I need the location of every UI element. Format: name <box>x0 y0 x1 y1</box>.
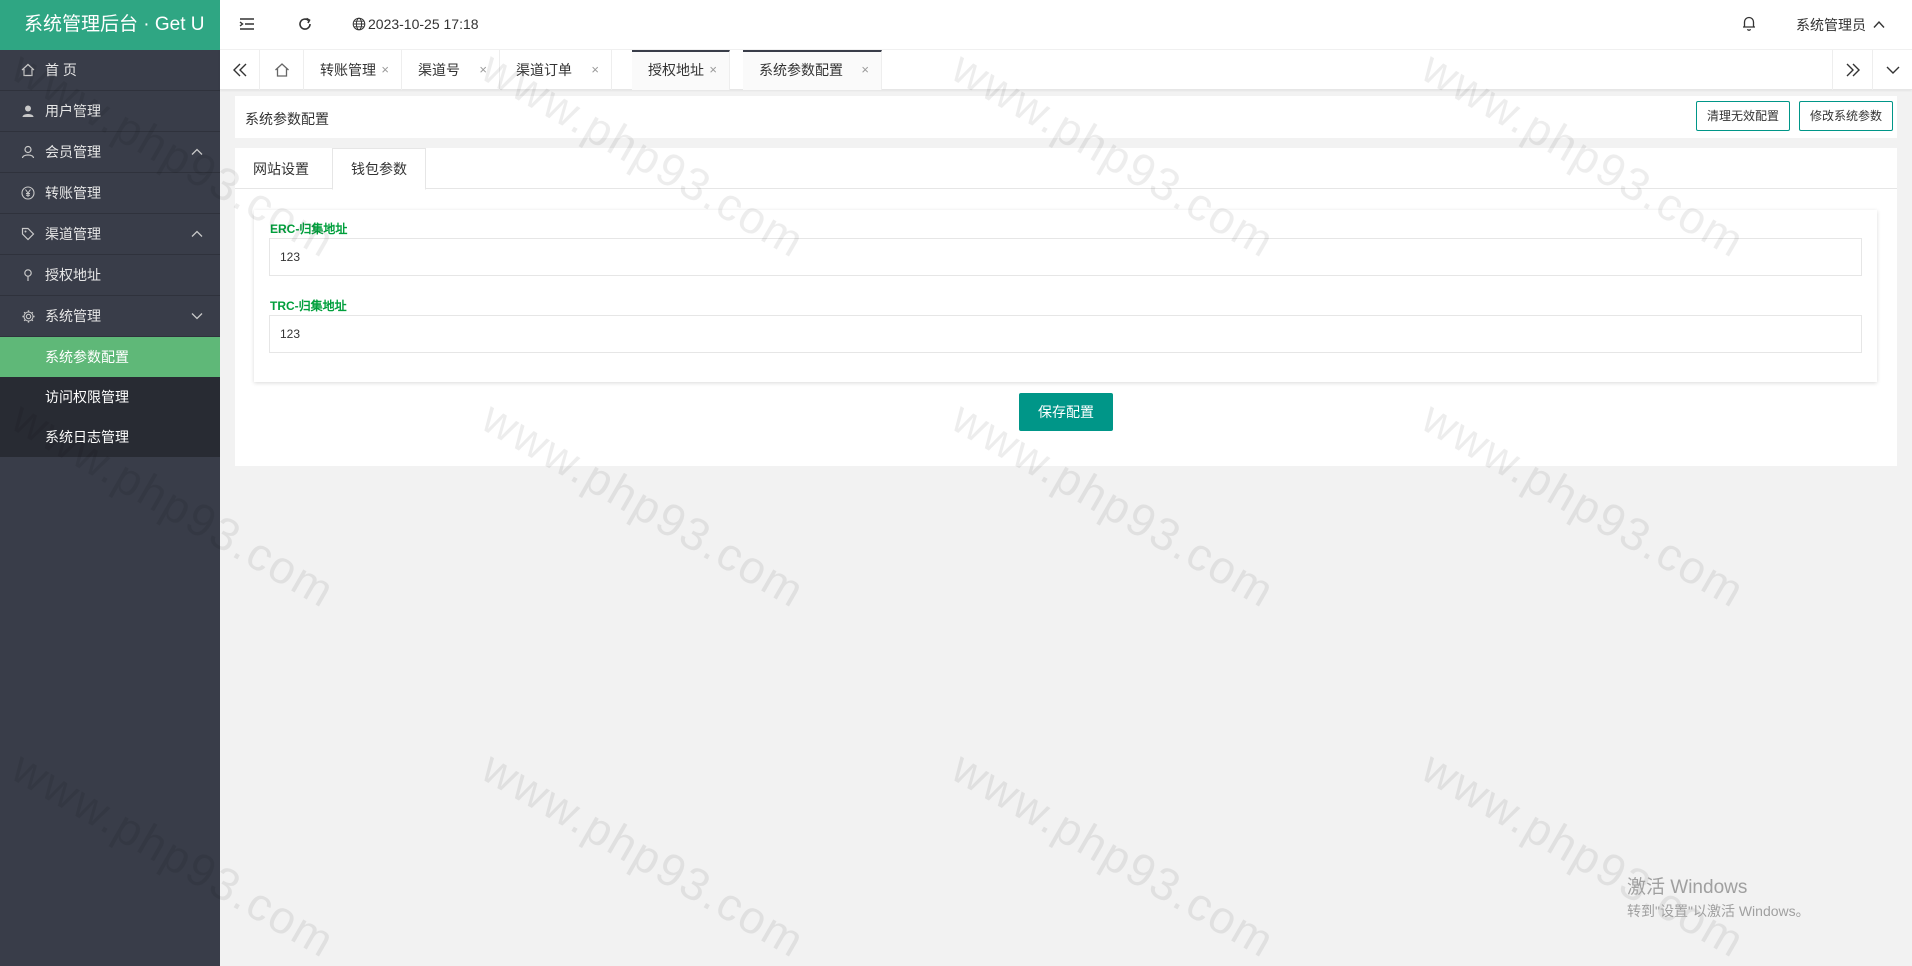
chevron-up-icon <box>190 145 204 159</box>
page-title: 系统参数配置 <box>245 111 329 127</box>
sidebar-item-system[interactable]: 系统管理 <box>0 296 220 337</box>
tab-channel-orders[interactable]: 渠道订单 × <box>500 50 612 90</box>
sidebar-item-transfer[interactable]: 转账管理 <box>0 173 220 214</box>
app-logo-title: 系统管理后台 · Get U <box>0 0 220 50</box>
config-tabs: 网站设置 钱包参数 <box>235 148 1897 190</box>
page-header: 系统参数配置 清理无效配置 修改系统参数 <box>235 96 1897 138</box>
watermark-text: www.php93.com <box>1413 740 1755 966</box>
sidebar-item-label: 授权地址 <box>45 267 101 283</box>
clear-invalid-config-button[interactable]: 清理无效配置 <box>1696 101 1791 131</box>
tabs-menu-chevron-down-icon[interactable] <box>1872 50 1912 90</box>
tabs-scroll-right-icon[interactable] <box>1832 50 1872 90</box>
erc-address-label: ERC-归集地址 <box>270 222 348 236</box>
sidebar-item-auth-address[interactable]: 授权地址 <box>0 255 220 296</box>
sidebar-item-label: 系统管理 <box>45 308 101 324</box>
globe-icon <box>352 17 366 31</box>
user-name: 系统管理员 <box>1796 17 1866 33</box>
tab-label: 渠道号 <box>418 62 460 78</box>
activation-subtitle: 转到"设置"以激活 Windows。 <box>1627 903 1810 919</box>
bell-icon[interactable] <box>1740 14 1760 34</box>
trc-address-input[interactable] <box>269 315 1862 353</box>
tab-close-icon[interactable]: × <box>861 52 869 88</box>
sidebar-subitem-system-params[interactable]: 系统参数配置 <box>0 337 220 377</box>
system-submenu: 系统参数配置 访问权限管理 系统日志管理 <box>0 337 220 457</box>
user-menu[interactable]: 系统管理员 <box>1796 15 1886 35</box>
sidebar-subitem-access-control[interactable]: 访问权限管理 <box>0 377 220 417</box>
tab-system-params[interactable]: 系统参数配置 × <box>743 50 882 90</box>
sidebar-subitem-system-logs[interactable]: 系统日志管理 <box>0 417 220 457</box>
tabs-scroll-left-icon[interactable] <box>220 50 260 90</box>
sidebar-item-label: 首 页 <box>45 62 77 78</box>
trc-address-label: TRC-归集地址 <box>270 299 347 313</box>
sidebar-item-label: 用户管理 <box>45 103 101 119</box>
tag-icon <box>20 226 36 242</box>
refresh-icon[interactable] <box>294 13 316 35</box>
page-tabs-bar: 转账管理 × 渠道号 × 渠道订单 × 授权地址 × 系统参数配置 × <box>220 50 1912 90</box>
home-icon <box>20 62 36 78</box>
chevron-up-icon <box>190 227 204 241</box>
yen-icon <box>20 185 36 201</box>
tab-label: 系统参数配置 <box>759 62 843 78</box>
activation-title: 激活 Windows <box>1627 877 1748 898</box>
sidebar: 系统管理后台 · Get U 首 页 用户管理 会员管理 转账管理 渠道管理 授… <box>0 0 220 966</box>
tab-channel-no[interactable]: 渠道号 × <box>402 50 500 90</box>
location-pin-icon <box>20 267 36 283</box>
watermark-text: www.php93.com <box>943 740 1285 966</box>
tab-close-icon[interactable]: × <box>381 50 389 90</box>
datetime-display: 2023-10-25 17:18 <box>352 16 479 32</box>
tab-label: 转账管理 <box>320 62 376 78</box>
chevron-up-icon <box>1873 20 1885 28</box>
sidebar-item-home[interactable]: 首 页 <box>0 50 220 91</box>
member-icon <box>20 144 36 160</box>
sidebar-item-label: 会员管理 <box>45 144 101 160</box>
datetime-text: 2023-10-25 17:18 <box>368 16 479 32</box>
sidebar-item-users[interactable]: 用户管理 <box>0 91 220 132</box>
sidebar-item-members[interactable]: 会员管理 <box>0 132 220 173</box>
user-icon <box>20 103 36 119</box>
chevron-down-icon <box>190 309 204 323</box>
config-card: 网站设置 钱包参数 ERC-归集地址 TRC-归集地址 保存配置 <box>235 148 1897 466</box>
tab-transfer[interactable]: 转账管理 × <box>304 50 402 90</box>
save-config-button[interactable]: 保存配置 <box>1019 393 1113 431</box>
tab-wallet-params[interactable]: 钱包参数 <box>332 148 426 190</box>
gear-icon <box>20 308 36 324</box>
top-header: 2023-10-25 17:18 系统管理员 <box>220 0 1912 50</box>
windows-activation-notice: 激活 Windows 转到"设置"以激活 Windows。 <box>1627 872 1810 921</box>
tab-close-icon[interactable]: × <box>591 50 599 90</box>
watermark-text: www.php93.com <box>473 740 815 966</box>
wallet-params-form: ERC-归集地址 TRC-归集地址 <box>254 210 1877 382</box>
tab-label: 渠道订单 <box>516 62 572 78</box>
tab-home-icon[interactable] <box>260 50 304 90</box>
erc-address-input[interactable] <box>269 238 1862 276</box>
modify-system-params-button[interactable]: 修改系统参数 <box>1799 101 1894 131</box>
tab-auth-address[interactable]: 授权地址 × <box>632 50 730 90</box>
sidebar-item-label: 渠道管理 <box>45 226 101 242</box>
tab-close-icon[interactable]: × <box>479 50 487 90</box>
tab-website-settings[interactable]: 网站设置 <box>235 148 327 190</box>
tab-close-icon[interactable]: × <box>709 52 717 88</box>
sidebar-item-label: 转账管理 <box>45 185 101 201</box>
sidebar-item-channels[interactable]: 渠道管理 <box>0 214 220 255</box>
tab-label: 授权地址 <box>648 62 704 78</box>
menu-collapse-icon[interactable] <box>236 13 258 35</box>
